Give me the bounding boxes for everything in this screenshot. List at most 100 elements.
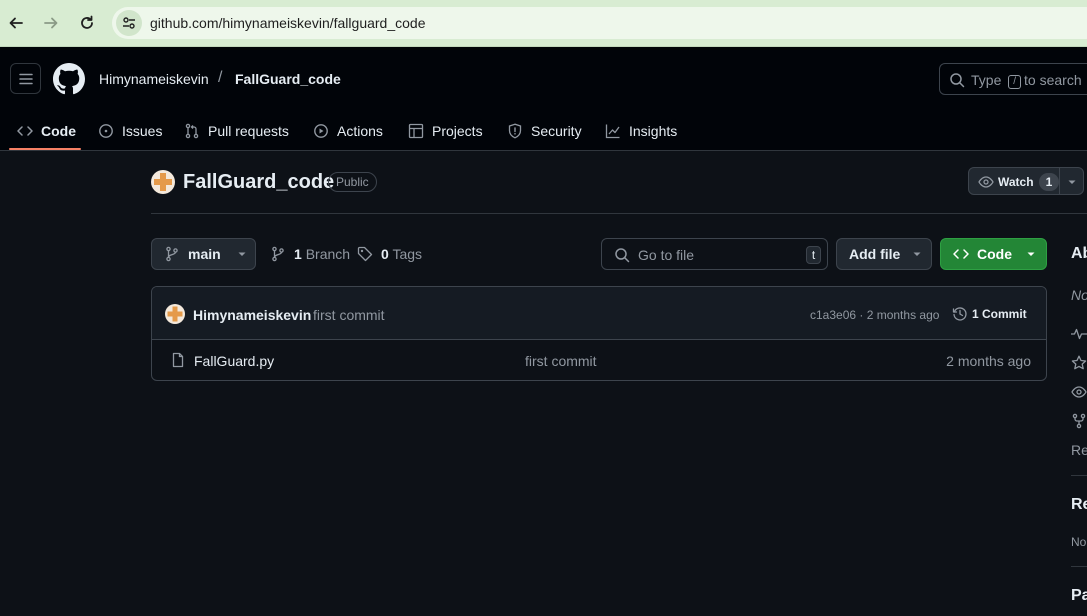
repo-forked-icon[interactable]	[1071, 413, 1087, 429]
tab-label: Actions	[337, 123, 383, 139]
search-shortcut-key: /	[1008, 75, 1022, 89]
reload-icon	[81, 15, 93, 29]
watch-divider	[1059, 168, 1060, 194]
git-branch-icon	[166, 246, 178, 262]
shield-icon	[508, 123, 522, 139]
code-icon	[953, 249, 969, 259]
tab-pull-requests[interactable]: Pull requests	[176, 111, 297, 151]
releases-text: No	[1071, 535, 1087, 549]
add-file-button[interactable]: Add file	[836, 238, 932, 270]
active-tab-indicator	[9, 148, 81, 150]
commit-history-link[interactable]: 1 Commit	[952, 306, 1027, 322]
repo-title[interactable]: FallGuard_code	[183, 171, 334, 194]
star-icon[interactable]	[1071, 355, 1087, 371]
search-icon	[950, 73, 965, 88]
divider	[151, 213, 1087, 214]
watch-count: 1	[1039, 173, 1059, 191]
chevron-down-icon	[913, 252, 921, 256]
menu-button[interactable]	[10, 63, 41, 94]
tab-label: Insights	[629, 123, 678, 139]
back-button[interactable]	[4, 11, 28, 35]
breadcrumb-owner[interactable]: Himynameiskevin	[99, 71, 209, 87]
tag-count: 0	[381, 246, 389, 262]
address-bar[interactable]: github.com/himynameiskevin/fallguard_cod…	[112, 7, 1087, 39]
file-commit-time: 2 months ago	[946, 353, 1031, 369]
git-pull-request-icon	[185, 123, 199, 139]
code-button[interactable]: Code	[940, 238, 1047, 270]
commit-hash-time[interactable]: c1a3e06 · 2 months ago	[810, 308, 939, 322]
branch-count: 1	[294, 246, 302, 262]
commit-author[interactable]: Himynameiskevin	[193, 307, 311, 323]
file-table: Himynameiskevin first commit c1a3e06 · 2…	[151, 286, 1047, 381]
search-placeholder: Type / to search	[971, 72, 1082, 89]
commit-message[interactable]: first commit	[313, 307, 385, 323]
table-icon	[408, 123, 424, 139]
chevron-down-icon	[238, 252, 246, 256]
owner-avatar[interactable]	[151, 170, 175, 194]
tab-label: Issues	[122, 123, 163, 139]
tab-label: Pull requests	[208, 123, 289, 139]
go-to-file-input[interactable]: Go to file t	[601, 238, 828, 270]
divider	[1071, 475, 1087, 476]
forward-button[interactable]	[39, 11, 63, 35]
search-icon	[615, 248, 630, 263]
play-icon	[314, 124, 328, 138]
branch-label: Branch	[305, 246, 351, 262]
reload-button[interactable]	[75, 11, 99, 35]
chevron-down-icon	[1027, 252, 1035, 256]
file-commit-message[interactable]: first commit	[525, 353, 597, 369]
tags-link[interactable]: 0 Tags	[357, 246, 422, 262]
pulse-icon[interactable]	[1071, 326, 1087, 342]
code-label: Code	[977, 246, 1012, 262]
watch-label: Watch	[998, 175, 1034, 189]
repo-nav-tabs: Code Issues Pull requests Actions Projec…	[0, 111, 1087, 151]
tab-code[interactable]: Code	[9, 111, 84, 151]
avatar[interactable]	[165, 304, 185, 324]
table-row[interactable]: FallGuard.py first commit 2 months ago	[152, 340, 1046, 380]
tab-insights[interactable]: Insights	[597, 111, 685, 151]
arrow-left-icon	[9, 17, 23, 29]
github-logo-icon[interactable]	[53, 63, 85, 95]
file-name[interactable]: FallGuard.py	[194, 353, 274, 369]
tag-icon	[357, 246, 373, 262]
history-icon	[952, 307, 967, 321]
tab-issues[interactable]: Issues	[90, 111, 170, 151]
breadcrumb-separator: /	[218, 69, 223, 86]
tab-projects[interactable]: Projects	[400, 111, 491, 151]
shortcut-key: t	[806, 246, 821, 264]
about-heading: Ab	[1071, 245, 1087, 262]
watch-button[interactable]: Watch 1	[968, 167, 1084, 195]
chevron-down-icon[interactable]	[1067, 177, 1077, 187]
github-header: Himynameiskevin / FallGuard_code Type / t…	[0, 47, 1087, 151]
hamburger-icon	[18, 73, 33, 84]
packages-heading[interactable]: Pa	[1071, 587, 1087, 605]
url-text[interactable]: github.com/himynameiskevin/fallguard_cod…	[150, 15, 425, 31]
arrow-right-icon	[44, 17, 58, 29]
issue-opened-icon	[99, 124, 113, 138]
tune-icon	[123, 17, 135, 29]
global-search[interactable]: Type / to search	[939, 63, 1087, 95]
about-description: No	[1071, 287, 1087, 303]
tab-label: Code	[41, 123, 76, 139]
tab-label: Security	[531, 123, 582, 139]
branch-select-button[interactable]: main	[151, 238, 256, 270]
branches-link[interactable]: 1 Branch	[270, 246, 350, 262]
file-icon	[172, 352, 184, 368]
tag-label: Tags	[392, 246, 423, 262]
latest-commit-row: Himynameiskevin first commit c1a3e06 · 2…	[152, 287, 1046, 340]
breadcrumb-repo[interactable]: FallGuard_code	[235, 71, 341, 87]
eye-icon[interactable]	[1071, 384, 1087, 400]
site-info-button[interactable]	[116, 10, 142, 36]
tab-label: Projects	[432, 123, 483, 139]
code-icon	[17, 126, 33, 136]
releases-heading[interactable]: Re	[1071, 496, 1087, 514]
report-link[interactable]: Re	[1071, 442, 1087, 458]
tab-actions[interactable]: Actions	[305, 111, 391, 151]
go-to-file-placeholder: Go to file	[638, 247, 695, 263]
divider	[1071, 566, 1087, 567]
tab-security[interactable]: Security	[499, 111, 590, 151]
visibility-badge: Public	[328, 172, 377, 192]
add-file-label: Add file	[849, 246, 901, 262]
commit-count-label: 1 Commit	[972, 307, 1027, 321]
branch-name: main	[188, 246, 221, 262]
